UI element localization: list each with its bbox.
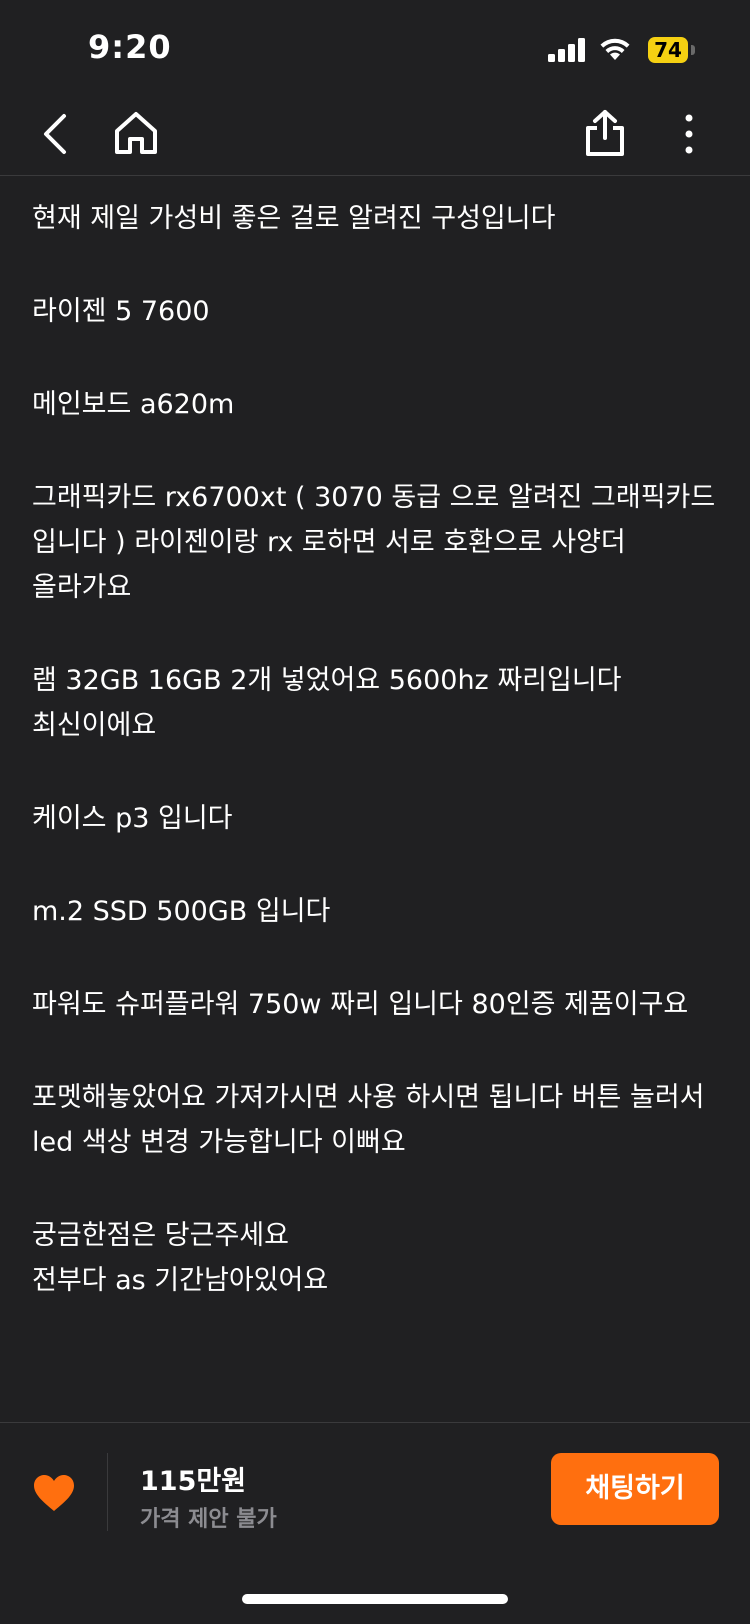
status-time: 9:20 — [88, 28, 172, 66]
description-line: 메인보드 a620m — [32, 389, 235, 420]
description-line: 파워도 슈퍼플라워 750w 짜리 입니다 80인증 제품이구요 — [32, 989, 689, 1020]
description-paragraph: m.2 SSD 500GB 입니다 — [32, 889, 722, 934]
share-icon[interactable] — [583, 108, 627, 158]
product-description: 현재 제일 가성비 좋은 걸로 알려진 구성입니다라이젠 5 7600 메인보드 … — [32, 196, 722, 1422]
back-chevron-icon[interactable] — [38, 112, 74, 156]
description-paragraph: 현재 제일 가성비 좋은 걸로 알려진 구성입니다 — [32, 196, 722, 241]
description-line: 그래픽카드 rx6700xt ( 3070 동급 으로 알려진 그래픽카드 입니… — [32, 482, 716, 603]
description-paragraph: 메인보드 a620m — [32, 382, 722, 427]
home-icon[interactable] — [113, 110, 159, 156]
description-paragraph: 램 32GB 16GB 2개 넣었어요 5600hz 짜리입니다 최신이에요 — [32, 658, 722, 748]
description-paragraph: 라이젠 5 7600 — [32, 289, 722, 334]
cellular-signal-icon — [548, 38, 585, 62]
description-line: 케이스 p3 입니다 — [32, 803, 233, 834]
home-indicator[interactable] — [242, 1594, 508, 1604]
battery-tip — [691, 45, 695, 55]
description-line: 램 32GB 16GB 2개 넣었어요 5600hz 짜리입니다 최신이에요 — [32, 665, 622, 741]
wifi-icon — [600, 38, 630, 60]
description-paragraph: 파워도 슈퍼플라워 750w 짜리 입니다 80인증 제품이구요 — [32, 982, 722, 1027]
more-vertical-icon[interactable] — [676, 110, 702, 158]
description-line: 포멧해놓았어요 가져가시면 사용 하시면 됩니다 버튼 눌러서 led 색상 변… — [32, 1082, 705, 1158]
heart-icon[interactable] — [32, 1473, 76, 1513]
description-paragraph: 그래픽카드 rx6700xt ( 3070 동급 으로 알려진 그래픽카드 입니… — [32, 475, 722, 610]
chat-button[interactable]: 채팅하기 — [551, 1453, 719, 1525]
price: 115만원 — [140, 1466, 247, 1497]
price-note: 가격 제안 불가 — [140, 1507, 277, 1532]
description-line: 전부다 as 기간남아있어요 — [32, 1265, 329, 1296]
description-paragraph: 궁금한점은 당근주세요전부다 as 기간남아있어요 — [32, 1213, 722, 1303]
description-line: 궁금한점은 당근주세요 — [32, 1220, 289, 1251]
description-paragraph: 케이스 p3 입니다 — [32, 796, 722, 841]
battery-icon: 74 — [648, 37, 688, 63]
description-line: m.2 SSD 500GB 입니다 — [32, 896, 331, 927]
description-paragraph: 포멧해놓았어요 가져가시면 사용 하시면 됩니다 버튼 눌러서 led 색상 변… — [32, 1075, 722, 1165]
description-line: 라이젠 5 7600 — [32, 296, 210, 327]
bottom-divider — [107, 1453, 108, 1531]
nav-bar — [0, 100, 750, 176]
description-line: 현재 제일 가성비 좋은 걸로 알려진 구성입니다 — [32, 203, 556, 234]
status-bar: 9:20 74 — [0, 0, 750, 100]
